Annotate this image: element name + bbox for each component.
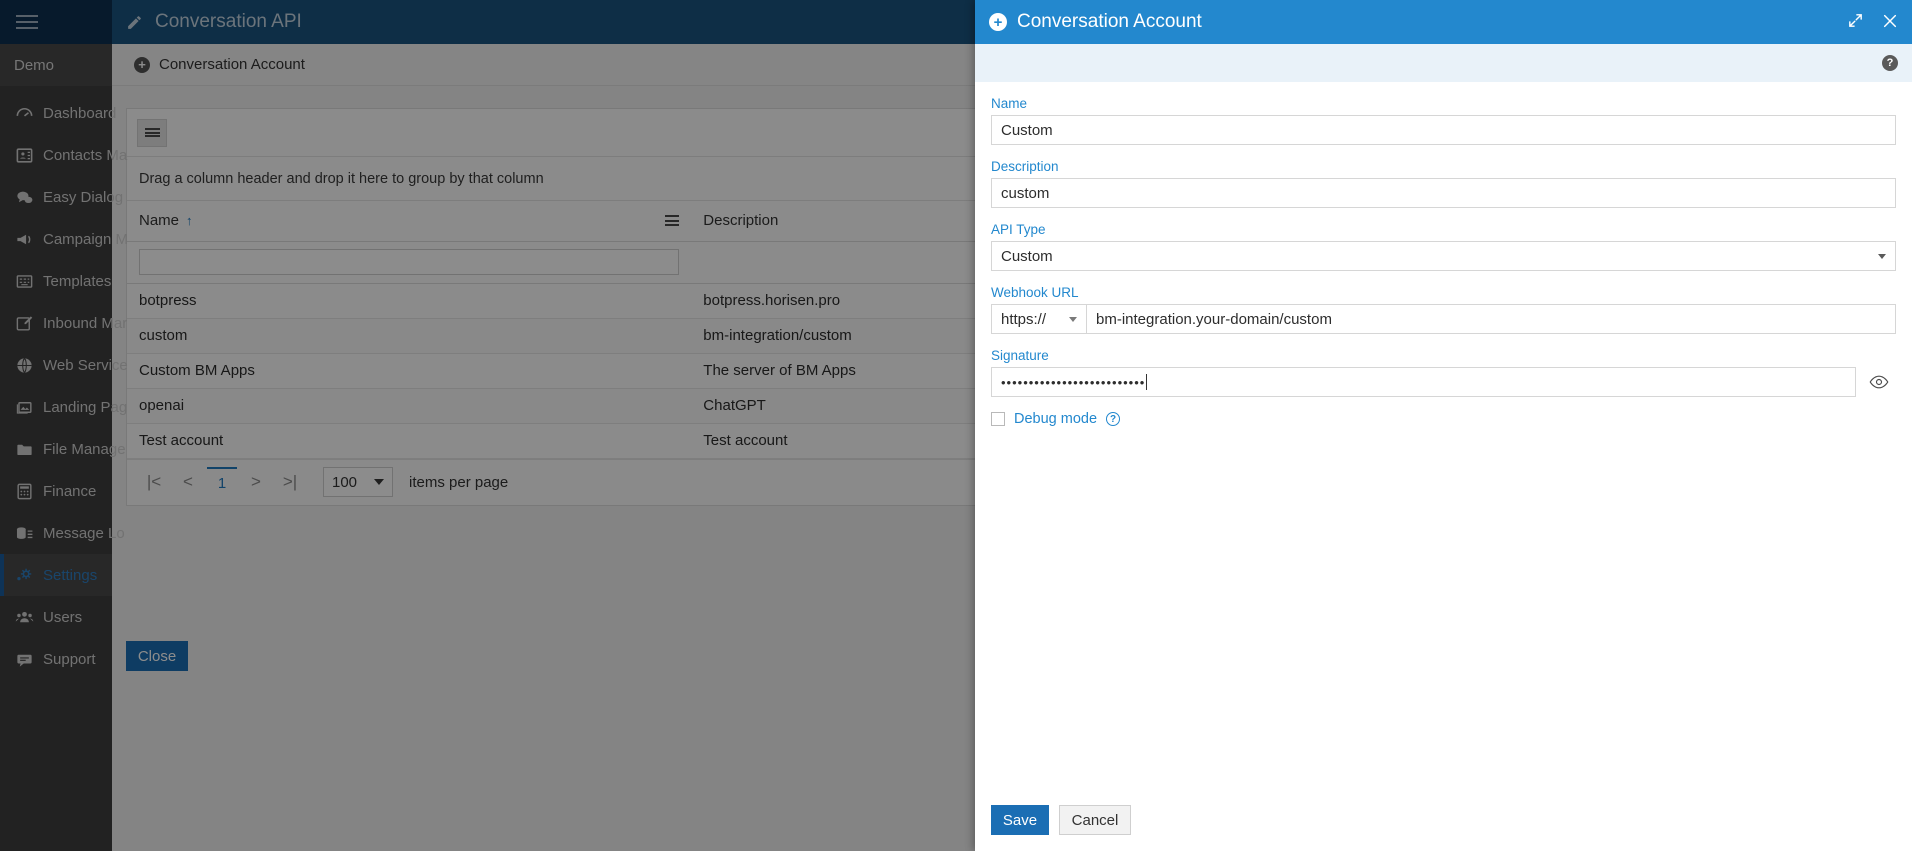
- cancel-button[interactable]: Cancel: [1059, 805, 1131, 835]
- conversation-account-modal: + Conversation Account ? Name Custom: [975, 0, 1912, 851]
- debug-mode-checkbox[interactable]: [991, 412, 1005, 426]
- modal-title: Conversation Account: [1017, 11, 1829, 33]
- plus-circle-icon: +: [989, 13, 1007, 31]
- field-api-type: API Type Custom: [991, 222, 1896, 271]
- webhook-url-label: Webhook URL: [991, 285, 1896, 300]
- modal-body: Name Custom Description custom API Type …: [975, 82, 1912, 789]
- question-mark-icon[interactable]: ?: [1882, 55, 1898, 71]
- eye-icon[interactable]: [1862, 367, 1896, 397]
- name-label: Name: [991, 96, 1896, 111]
- signature-label: Signature: [991, 348, 1896, 363]
- modal-header: + Conversation Account: [975, 0, 1912, 44]
- modal-help-strip: ?: [975, 44, 1912, 82]
- signature-value: ••••••••••••••••••••••••••: [1001, 375, 1145, 390]
- close-icon[interactable]: [1882, 13, 1898, 32]
- name-input[interactable]: Custom: [991, 115, 1896, 145]
- field-name: Name Custom: [991, 96, 1896, 145]
- api-type-value: Custom: [1001, 248, 1053, 265]
- save-button[interactable]: Save: [991, 805, 1049, 835]
- debug-mode-label: Debug mode: [1014, 411, 1097, 427]
- field-webhook-url: Webhook URL https:// bm-integration.your…: [991, 285, 1896, 334]
- field-description: Description custom: [991, 159, 1896, 208]
- modal-overlay[interactable]: [0, 0, 975, 851]
- api-type-select[interactable]: Custom: [991, 241, 1896, 271]
- chevron-down-icon: [1878, 254, 1886, 259]
- field-debug-mode: Debug mode ?: [991, 411, 1896, 427]
- webhook-url-input[interactable]: bm-integration.your-domain/custom: [1086, 304, 1896, 334]
- modal-footer: Save Cancel: [975, 789, 1912, 851]
- webhook-scheme-value: https://: [1001, 311, 1046, 328]
- chevron-down-icon: [1069, 317, 1077, 322]
- description-label: Description: [991, 159, 1896, 174]
- app-root: Demo DashboardContacts MaEasy DialogCamp…: [0, 0, 1912, 851]
- signature-input[interactable]: ••••••••••••••••••••••••••: [991, 367, 1856, 397]
- text-caret: [1146, 374, 1147, 390]
- description-input[interactable]: custom: [991, 178, 1896, 208]
- field-signature: Signature ••••••••••••••••••••••••••: [991, 348, 1896, 397]
- expand-icon[interactable]: [1847, 12, 1864, 32]
- api-type-label: API Type: [991, 222, 1896, 237]
- question-mark-icon[interactable]: ?: [1106, 412, 1120, 426]
- webhook-scheme-select[interactable]: https://: [991, 304, 1086, 334]
